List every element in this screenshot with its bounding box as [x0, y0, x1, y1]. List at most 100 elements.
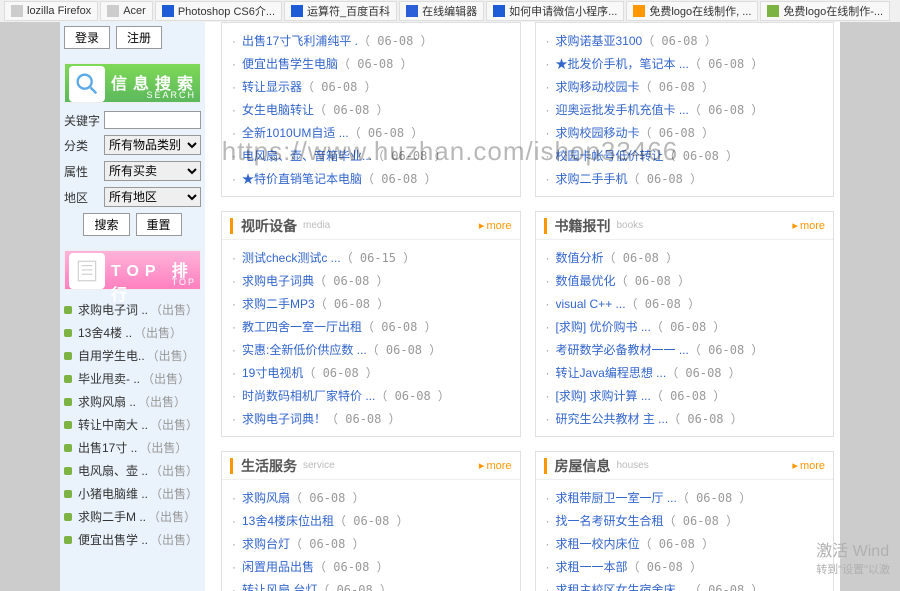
rank-item[interactable]: 转让中南大 ..（出售）	[64, 413, 201, 436]
item-link[interactable]: 转让Java编程思想 ...	[556, 364, 667, 381]
rank-link[interactable]: 求购二手M ..	[78, 508, 146, 525]
rank-item[interactable]: 出售17寸 ..（出售）	[64, 436, 201, 459]
item-link[interactable]: 转让风扇,台灯	[242, 581, 317, 591]
item-link[interactable]: 求租带厨卫一室一厅 ...	[556, 489, 677, 506]
item-link[interactable]: 找一名考研女生合租	[556, 512, 664, 529]
item-link[interactable]: 全新1010UM自适 ...	[242, 124, 349, 141]
attr-label: 属性	[64, 163, 100, 180]
item-link[interactable]: [求购] 求购计算 ...	[556, 387, 651, 404]
list-item: ·13舍4楼床位出租 （ 06-08 ）	[232, 509, 510, 532]
rank-item[interactable]: 电风扇、壶 ..（出售）	[64, 459, 201, 482]
item-link[interactable]: ★特价直销笔记本电脑	[242, 170, 362, 187]
area-select[interactable]: 所有地区	[104, 187, 201, 207]
rank-link[interactable]: 出售17寸 ..	[78, 439, 137, 456]
browser-tab[interactable]: 在线编辑器	[399, 1, 484, 21]
favicon-icon	[767, 5, 779, 17]
browser-tab[interactable]: 运算符_百度百科	[284, 1, 397, 21]
dot-icon: ·	[232, 126, 236, 140]
item-link[interactable]: 求购台灯	[242, 535, 290, 552]
item-link[interactable]: 求租一一本部	[556, 558, 628, 575]
login-button[interactable]: 登录	[64, 26, 110, 49]
more-link[interactable]: more	[479, 219, 512, 232]
reset-button[interactable]: 重置	[136, 213, 182, 236]
more-link[interactable]: more	[792, 219, 825, 232]
attr-select[interactable]: 所有买卖	[104, 161, 201, 181]
rank-link[interactable]: 求购风扇 ..	[78, 393, 136, 410]
browser-tab[interactable]: Acer	[100, 1, 153, 21]
item-link[interactable]: [求购] 优价购书 ...	[556, 318, 651, 335]
dot-icon: ·	[546, 583, 550, 591]
more-link[interactable]: more	[792, 459, 825, 472]
item-link[interactable]: 数值分析	[556, 249, 604, 266]
item-link[interactable]: 19寸电视机	[242, 364, 303, 381]
item-link[interactable]: 便宜出售学生电脑	[242, 55, 338, 72]
section: more·求购诺基亚3100 （ 06-08 ）·★批发价手机，笔记本 ... …	[535, 22, 835, 197]
item-link[interactable]: 校园卡帐号低价转让	[556, 147, 664, 164]
rank-item[interactable]: 求购二手M ..（出售）	[64, 505, 201, 528]
list-item: ·求租主校区女生宿舍床 ... （ 06-08 ）	[546, 578, 824, 591]
rank-link[interactable]: 13舍4楼 ..	[78, 324, 132, 341]
item-link[interactable]: ★批发价手机，笔记本 ...	[556, 55, 689, 72]
item-link[interactable]: 时尚数码相机厂家特价 ...	[242, 387, 375, 404]
accent-bar-icon	[230, 218, 233, 234]
rank-link[interactable]: 便宜出售学 ..	[78, 531, 148, 548]
search-panel-subtitle: SEARCH	[146, 90, 196, 100]
item-link[interactable]: 求租主校区女生宿舍床 ...	[556, 581, 689, 591]
rank-item[interactable]: 求购风扇 ..（出售）	[64, 390, 201, 413]
item-link[interactable]: visual C++ ...	[556, 297, 626, 311]
browser-tab[interactable]: lozilla Firefox	[4, 1, 98, 21]
rank-link[interactable]: 电风扇、壶 ..	[78, 462, 148, 479]
dot-icon: ·	[546, 514, 550, 528]
register-button[interactable]: 注册	[116, 26, 162, 49]
item-link[interactable]: 转让显示器	[242, 78, 302, 95]
dot-icon: ·	[546, 412, 550, 426]
item-link[interactable]: 研究生公共教材 主 ...	[556, 410, 669, 427]
rank-link[interactable]: 小猪电脑维 ..	[78, 485, 148, 502]
category-label: 分类	[64, 137, 100, 154]
item-link[interactable]: 求购诺基亚3100	[556, 32, 643, 49]
item-link[interactable]: 求购二手MP3	[242, 295, 315, 312]
item-link[interactable]: 求购电子词典！	[242, 410, 326, 427]
item-link[interactable]: 考研数学必备教材一一 ...	[556, 341, 689, 358]
browser-tab[interactable]: Photoshop CS6介...	[155, 1, 282, 21]
keyword-input[interactable]	[104, 111, 201, 129]
item-link[interactable]: 求购风扇	[242, 489, 290, 506]
rank-tag: （出售）	[150, 531, 198, 548]
item-link[interactable]: 求购二手手机	[556, 170, 628, 187]
browser-tab[interactable]: 免费logo在线制作, ...	[626, 1, 758, 21]
item-link[interactable]: 闲置用品出售	[242, 558, 314, 575]
rank-item[interactable]: 自用学生电..（出售）	[64, 344, 201, 367]
dot-icon: ·	[232, 172, 236, 186]
item-link[interactable]: 实惠:全新低价供应数 ...	[242, 341, 367, 358]
rank-item[interactable]: 13舍4楼 ..（出售）	[64, 321, 201, 344]
more-link[interactable]: more	[479, 459, 512, 472]
search-button[interactable]: 搜索	[83, 213, 129, 236]
item-link[interactable]: 出售17寸飞利浦纯平 .	[242, 32, 358, 49]
rank-link[interactable]: 转让中南大 ..	[78, 416, 148, 433]
item-link[interactable]: 女生电脑转让	[242, 101, 314, 118]
item-link[interactable]: 求租一校内床位	[556, 535, 640, 552]
rank-item[interactable]: 便宜出售学 ..（出售）	[64, 528, 201, 551]
category-select[interactable]: 所有物品类别	[104, 135, 201, 155]
rank-link[interactable]: 自用学生电..	[78, 347, 145, 364]
item-link[interactable]: 教工四舍一室一厅出租	[242, 318, 362, 335]
rank-item[interactable]: 毕业甩卖- ..（出售）	[64, 367, 201, 390]
rank-item[interactable]: 小猪电脑维 ..（出售）	[64, 482, 201, 505]
item-link[interactable]: 电风扇、壶、音箱毕业...	[242, 147, 372, 164]
rank-link[interactable]: 毕业甩卖- ..	[78, 370, 140, 387]
item-link[interactable]: 迎奥运批发手机充值卡 ...	[556, 101, 689, 118]
item-link[interactable]: 13舍4楼床位出租	[242, 512, 334, 529]
item-link[interactable]: 求购移动校园卡	[556, 78, 640, 95]
browser-tab[interactable]: 免费logo在线制作-...	[760, 1, 890, 21]
item-link[interactable]: 数值最优化	[556, 272, 616, 289]
dot-icon: ·	[232, 274, 236, 288]
list-item: ·求购电子词典 （ 06-08 ）	[232, 269, 510, 292]
dot-icon: ·	[232, 320, 236, 334]
browser-tab[interactable]: 如何申请微信小程序...	[486, 1, 624, 21]
list-item: ·考研数学必备教材一一 ... （ 06-08 ）	[546, 338, 824, 361]
list-item: ·研究生公共教材 主 ... （ 06-08 ）	[546, 407, 824, 430]
item-link[interactable]: 求购校园移动卡	[556, 124, 640, 141]
item-link[interactable]: 测试check测试c ...	[242, 249, 341, 266]
rank-tag: （出售）	[150, 416, 198, 433]
item-link[interactable]: 求购电子词典	[242, 272, 314, 289]
